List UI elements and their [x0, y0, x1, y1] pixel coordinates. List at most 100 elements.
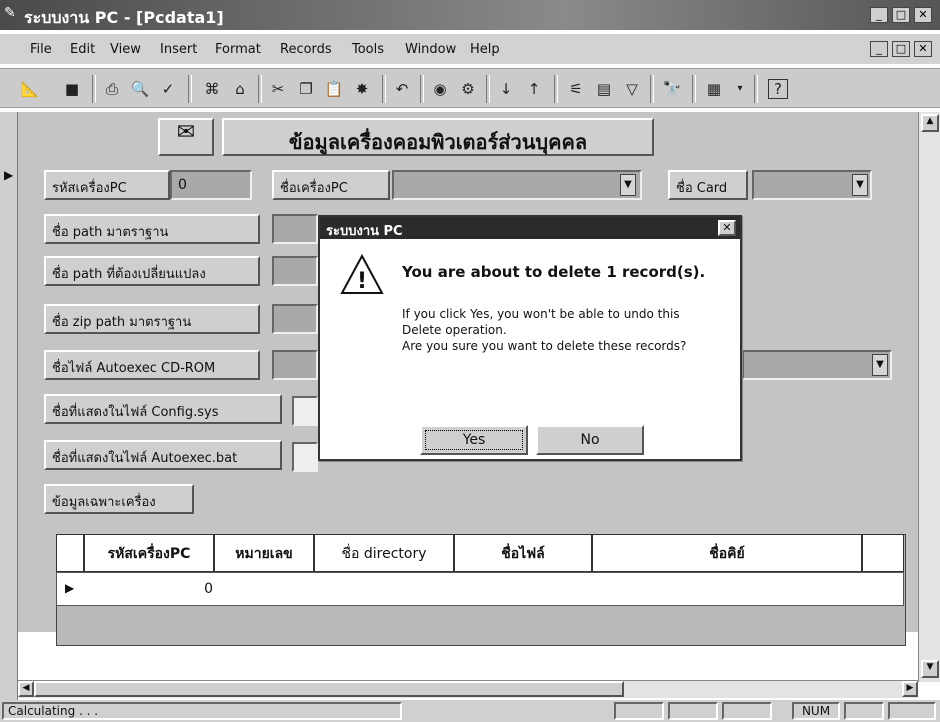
- pc-name-label: ชื่อเครื่องPC: [272, 170, 390, 200]
- toolbar: 📐 ■ ⎙ 🔍 ✓ ⌘ ⌂ ✂ ❐ 📋 ✸ ↶ ◉ ⚙ ↓ ↑ ⚟ ▤ ▽ 🔭 …: [0, 68, 940, 108]
- pc-name-dropdown-icon[interactable]: ▼: [620, 174, 636, 196]
- record-selector-bar: [0, 112, 18, 702]
- menu-edit[interactable]: Edit: [70, 42, 95, 57]
- cut-icon[interactable]: ✂: [268, 79, 288, 99]
- window-title: ระบบงาน PC - [Pcdata1]: [24, 8, 224, 27]
- sort-descending-icon[interactable]: ↑: [524, 79, 544, 99]
- autoexec-bat-field[interactable]: [292, 442, 318, 472]
- zip-path-field[interactable]: [272, 304, 318, 334]
- yes-button[interactable]: Yes: [420, 425, 528, 455]
- row-pointer-icon: ▶: [65, 581, 75, 595]
- mdi-minimize-button[interactable]: _: [870, 41, 888, 57]
- scroll-up-icon[interactable]: ▲: [921, 114, 939, 132]
- maximize-button[interactable]: □: [892, 7, 910, 23]
- dialog-detail-1: If you click Yes, you won't be able to u…: [402, 307, 680, 321]
- mdi-close-button[interactable]: ✕: [914, 41, 932, 57]
- grid-header-key[interactable]: ชื่อคิย์: [592, 534, 862, 572]
- save-icon[interactable]: ■: [62, 79, 82, 99]
- grid-header-directory[interactable]: ชื่อ directory: [314, 534, 454, 572]
- menu-format[interactable]: Format: [215, 42, 261, 57]
- filter-by-selection-icon[interactable]: ⚟: [566, 79, 586, 99]
- menu-insert[interactable]: Insert: [160, 42, 197, 57]
- pc-name-combo[interactable]: [392, 170, 642, 200]
- autoexec-cdrom-combo[interactable]: [742, 350, 892, 380]
- horizontal-scrollbar[interactable]: ◀ ▶: [18, 680, 918, 698]
- paste-icon[interactable]: 📋: [324, 79, 344, 99]
- zip-path-label: ชื่อ zip path มาตราฐาน: [44, 304, 260, 334]
- chevron-down-icon[interactable]: ▾: [730, 79, 750, 99]
- menu-records[interactable]: Records: [280, 42, 332, 57]
- spelling-icon[interactable]: ✓: [158, 79, 178, 99]
- menu-help[interactable]: Help: [470, 42, 500, 57]
- print-icon[interactable]: ⎙: [102, 79, 122, 99]
- config-sys-label: ชื่อที่แสดงในไฟล์ Config.sys: [44, 394, 282, 424]
- status-bar: Calculating . . . NUM: [0, 700, 940, 722]
- menu-bar: File Edit View Insert Format Records Too…: [0, 34, 940, 64]
- table-row[interactable]: ▶ 0: [56, 572, 904, 606]
- mdi-restore-button[interactable]: □: [892, 41, 910, 57]
- undo-icon[interactable]: ↶: [392, 79, 412, 99]
- std-path-field[interactable]: [272, 214, 318, 244]
- close-button[interactable]: ✕: [914, 7, 932, 23]
- find-icon[interactable]: 🔭: [662, 79, 682, 99]
- grid-corner: [56, 534, 84, 572]
- new-record-icon[interactable]: ✸: [352, 79, 372, 99]
- autoexec-bat-label: ชื่อที่แสดงในไฟล์ Autoexec.bat: [44, 440, 282, 470]
- copy-icon[interactable]: ❐: [296, 79, 316, 99]
- dialog-close-button[interactable]: ✕: [718, 220, 736, 236]
- status-panel-1: [614, 702, 664, 720]
- grid-header-filename[interactable]: ชื่อไฟล์: [454, 534, 592, 572]
- web-icon[interactable]: ◉: [430, 79, 450, 99]
- status-panel-6: [888, 702, 936, 720]
- card-dropdown-icon[interactable]: ▼: [852, 174, 868, 196]
- new-object-icon[interactable]: ▦: [704, 79, 724, 99]
- form-title: ข้อมูลเครื่องคอมพิวเตอร์ส่วนบุคคล: [222, 118, 654, 156]
- grid-header-blank: [862, 534, 904, 572]
- format-painter-icon[interactable]: ⌘: [202, 79, 222, 99]
- dialog-title: ระบบงาน PC: [320, 217, 740, 239]
- svg-text:!: !: [357, 269, 367, 294]
- dialog-detail-2: Delete operation.: [402, 323, 507, 337]
- grid-header-pc-id[interactable]: รหัสเครื่องPC: [84, 534, 214, 572]
- scroll-thumb[interactable]: [34, 681, 624, 697]
- insert-hyperlink-icon[interactable]: ⌂: [230, 79, 250, 99]
- title-bar: ✎ ระบบงาน PC - [Pcdata1]: [0, 0, 940, 30]
- change-path-label: ชื่อ path ที่ต้องเปลี่ยนแปลง: [44, 256, 260, 286]
- scroll-down-icon[interactable]: ▼: [921, 660, 939, 678]
- sort-ascending-icon[interactable]: ↓: [496, 79, 516, 99]
- scroll-right-icon[interactable]: ▶: [902, 681, 918, 697]
- menu-tools[interactable]: Tools: [352, 42, 384, 57]
- menu-file[interactable]: File: [30, 42, 52, 57]
- menu-view[interactable]: View: [110, 42, 141, 57]
- grid-cell-pc-id[interactable]: 0: [157, 581, 213, 597]
- form-logo-icon: ✉: [158, 118, 214, 156]
- exclamation-icon: !: [340, 253, 384, 297]
- config-sys-field[interactable]: [292, 396, 318, 426]
- pc-id-label: รหัสเครื่องPC: [44, 170, 170, 200]
- pc-id-field[interactable]: 0: [170, 170, 252, 200]
- print-preview-icon[interactable]: 🔍: [130, 79, 150, 99]
- autoexec-cdrom-label: ชื่อไฟล์ Autoexec CD-ROM: [44, 350, 260, 380]
- std-path-label: ชื่อ path มาตราฐาน: [44, 214, 260, 244]
- vertical-scrollbar[interactable]: ▲ ▼: [918, 112, 940, 682]
- current-record-arrow-icon: ▶: [4, 168, 14, 182]
- menu-window[interactable]: Window: [405, 42, 456, 57]
- change-path-field[interactable]: [272, 256, 318, 286]
- dialog-question: Are you sure you want to delete these re…: [402, 339, 687, 353]
- specific-info-label: ข้อมูลเฉพาะเครื่อง: [44, 484, 194, 514]
- status-panel-5: [844, 702, 884, 720]
- scroll-left-icon[interactable]: ◀: [18, 681, 34, 697]
- help-icon[interactable]: ?: [768, 79, 788, 99]
- autoexec-cdrom-field[interactable]: [272, 350, 318, 380]
- delete-confirm-dialog: ระบบงาน PC ✕ ! You are about to delete 1…: [318, 215, 742, 461]
- no-button[interactable]: No: [536, 425, 644, 455]
- minimize-button[interactable]: _: [870, 7, 888, 23]
- num-lock-indicator: NUM: [792, 702, 840, 720]
- relationships-icon[interactable]: ⚙: [458, 79, 478, 99]
- status-panel-3: [722, 702, 772, 720]
- apply-filter-icon[interactable]: ▽: [622, 79, 642, 99]
- grid-header-number[interactable]: หมายเลข: [214, 534, 314, 572]
- filter-by-form-icon[interactable]: ▤: [594, 79, 614, 99]
- design-view-icon[interactable]: 📐: [20, 79, 40, 99]
- autoexec-cdrom-dropdown-icon[interactable]: ▼: [872, 354, 888, 376]
